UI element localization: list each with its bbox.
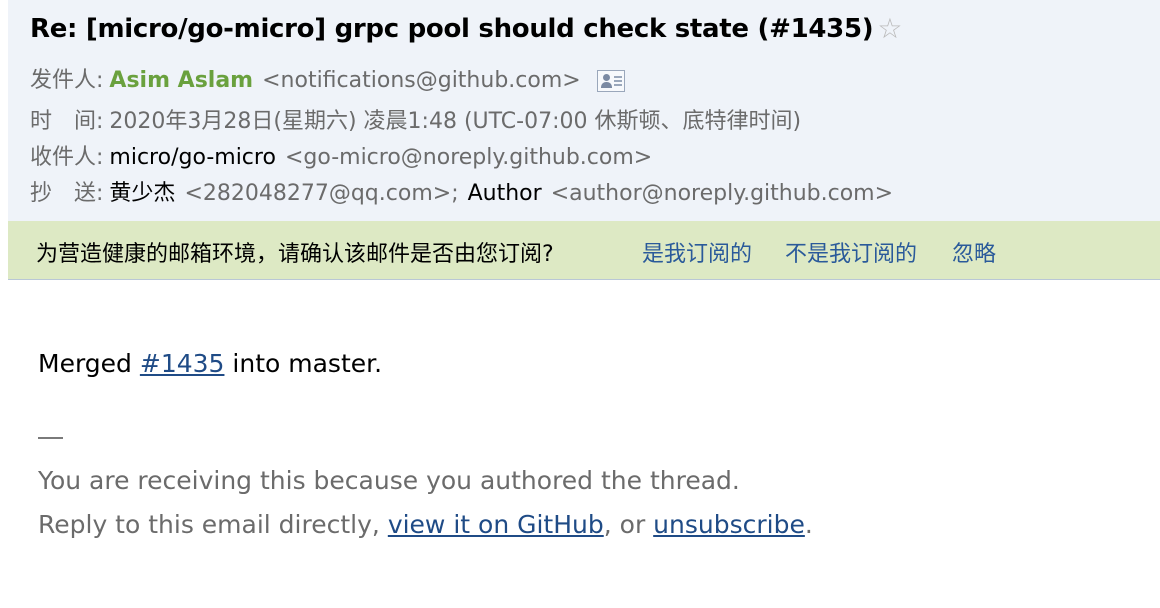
cc-row: 抄 送: 黄少杰 <282048277@qq.com>; Author <aut… [30,180,893,208]
time-row: 时 间: 2020年3月28日(星期六) 凌晨1:48 (UTC-07:00 休… [30,108,801,136]
signature-divider [38,437,63,439]
merged-prefix: Merged [38,349,132,378]
subscribed-yes-link[interactable]: 是我订阅的 [642,236,752,268]
pull-request-link[interactable]: #1435 [140,349,225,378]
time-value: 2020年3月28日(星期六) 凌晨1:48 (UTC-07:00 休斯顿、底特… [109,109,802,134]
sender-email: <notifications@github.com> [262,68,581,93]
cc-email-1: <282048277@qq.com>; [184,181,459,206]
recipient-email: <go-micro@noreply.github.com> [284,145,653,170]
email-subject: Re: [micro/go-micro] grpc pool should ch… [30,14,874,44]
merged-message: Merged #1435 into master. [38,349,382,378]
star-icon[interactable]: ☆ [877,15,902,43]
unsubscribe-link[interactable]: unsubscribe [653,510,805,539]
footer-reply-text: Reply to this email directly, [38,510,380,539]
to-row: 收件人: micro/go-micro <go-micro@noreply.gi… [30,144,652,172]
notice-text: 为营造健康的邮箱环境，请确认该邮件是否由您订阅? [36,242,554,267]
time-label: 时 间: [30,109,104,134]
sender-name[interactable]: Asim Aslam [109,67,253,95]
from-row: 发件人: Asim Aslam <notifications@github.co… [30,67,625,95]
footer-reason: You are receiving this because you autho… [38,466,740,495]
contact-card-icon[interactable] [596,70,625,92]
subject-row: Re: [micro/go-micro] grpc pool should ch… [30,14,902,44]
cc-email-2: <author@noreply.github.com> [550,181,894,206]
cc-name-1[interactable]: 黄少杰 [109,180,175,208]
footer-or-text: , or [603,510,646,539]
merged-suffix: into master. [232,349,383,378]
ignore-link[interactable]: 忽略 [952,236,996,268]
subscribed-no-link[interactable]: 不是我订阅的 [785,236,917,268]
subscription-notice-bar: 为营造健康的邮箱环境，请确认该邮件是否由您订阅? 是我订阅的 不是我订阅的 忽略 [8,221,1160,280]
footer-actions: Reply to this email directly, view it on… [38,510,813,539]
cc-name-2[interactable]: Author [468,180,542,208]
footer-period: . [804,510,813,539]
to-label: 收件人: [30,145,104,170]
cc-label: 抄 送: [30,181,104,206]
view-on-github-link[interactable]: view it on GitHub [388,510,604,539]
from-label: 发件人: [30,68,104,93]
recipient-name[interactable]: micro/go-micro [109,144,276,172]
